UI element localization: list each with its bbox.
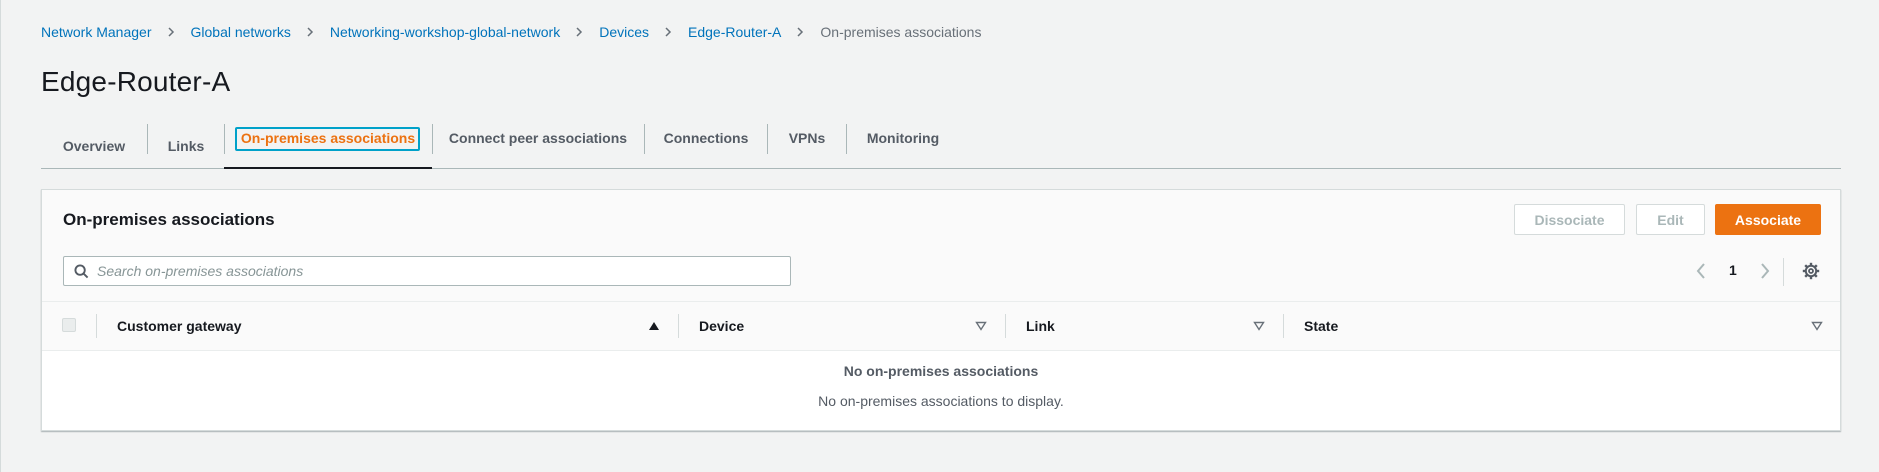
tab-links[interactable]: Links <box>148 124 224 168</box>
chevron-right-icon <box>795 27 805 37</box>
column-header-device[interactable]: Device <box>699 302 959 350</box>
column-label: Link <box>1026 318 1055 334</box>
table-body-empty-state: No on-premises associations No on-premis… <box>42 351 1840 430</box>
previous-page-button[interactable] <box>1692 260 1710 282</box>
tab-on-premises-associations[interactable]: On-premises associations <box>225 116 431 160</box>
on-premises-associations-panel: On-premises associations Dissociate Edit… <box>41 189 1841 431</box>
breadcrumb-current: On-premises associations <box>820 24 982 40</box>
empty-state-title: No on-premises associations <box>843 363 1039 379</box>
page-title: Edge-Router-A <box>41 66 231 97</box>
breadcrumb-device[interactable]: Edge-Router-A <box>688 24 781 40</box>
tab-connections[interactable]: Connections <box>645 116 767 160</box>
select-all-checkbox[interactable] <box>62 318 76 332</box>
column-divider <box>96 314 97 338</box>
column-label: Customer gateway <box>117 318 242 334</box>
empty-state-description: No on-premises associations to display. <box>818 393 1064 409</box>
tab-overview[interactable]: Overview <box>41 124 147 168</box>
search-icon <box>74 264 89 279</box>
breadcrumb: Network Manager Global networks Networki… <box>41 24 981 40</box>
current-page-number[interactable]: 1 <box>1729 262 1737 278</box>
chevron-right-icon <box>574 27 584 37</box>
sort-descending-outline-icon[interactable] <box>1811 321 1823 331</box>
next-page-button[interactable] <box>1756 260 1774 282</box>
column-divider <box>1283 314 1284 338</box>
sort-ascending-icon[interactable] <box>648 321 660 331</box>
breadcrumb-network-manager[interactable]: Network Manager <box>41 24 152 40</box>
column-divider <box>678 314 679 338</box>
search-input[interactable] <box>97 257 777 285</box>
column-header-link[interactable]: Link <box>1026 302 1286 350</box>
panel-title: On-premises associations <box>63 210 275 229</box>
sort-descending-outline-icon[interactable] <box>1253 321 1265 331</box>
chevron-left-icon <box>1696 263 1705 279</box>
chevron-right-icon <box>166 27 176 37</box>
sort-descending-outline-icon[interactable] <box>975 321 987 331</box>
associate-button[interactable]: Associate <box>1715 204 1821 235</box>
column-header-state[interactable]: State <box>1304 302 1804 350</box>
search-box <box>63 256 791 286</box>
pager-divider <box>1783 258 1784 286</box>
tab-vpns[interactable]: VPNs <box>768 116 846 160</box>
column-divider <box>1005 314 1006 338</box>
chevron-right-icon <box>663 27 673 37</box>
table-header: Customer gateway Device Link State <box>42 301 1840 351</box>
breadcrumb-global-network-name[interactable]: Networking-workshop-global-network <box>330 24 560 40</box>
breadcrumb-devices[interactable]: Devices <box>599 24 649 40</box>
dissociate-button[interactable]: Dissociate <box>1514 204 1625 235</box>
column-label: State <box>1304 318 1339 334</box>
column-label: Device <box>699 318 745 334</box>
tab-bar: Overview Links On-premises associations … <box>41 124 1841 169</box>
breadcrumb-global-networks[interactable]: Global networks <box>191 24 291 40</box>
edit-button[interactable]: Edit <box>1636 204 1705 235</box>
tab-connect-peer-associations[interactable]: Connect peer associations <box>433 116 643 160</box>
column-header-customer-gateway[interactable]: Customer gateway <box>117 302 567 350</box>
tab-monitoring[interactable]: Monitoring <box>847 116 959 160</box>
chevron-right-icon <box>1761 263 1770 279</box>
settings-gear-icon[interactable] <box>1802 262 1820 280</box>
active-tab-indicator <box>224 167 432 169</box>
page: Network Manager Global networks Networki… <box>0 0 1879 472</box>
chevron-right-icon <box>305 27 315 37</box>
